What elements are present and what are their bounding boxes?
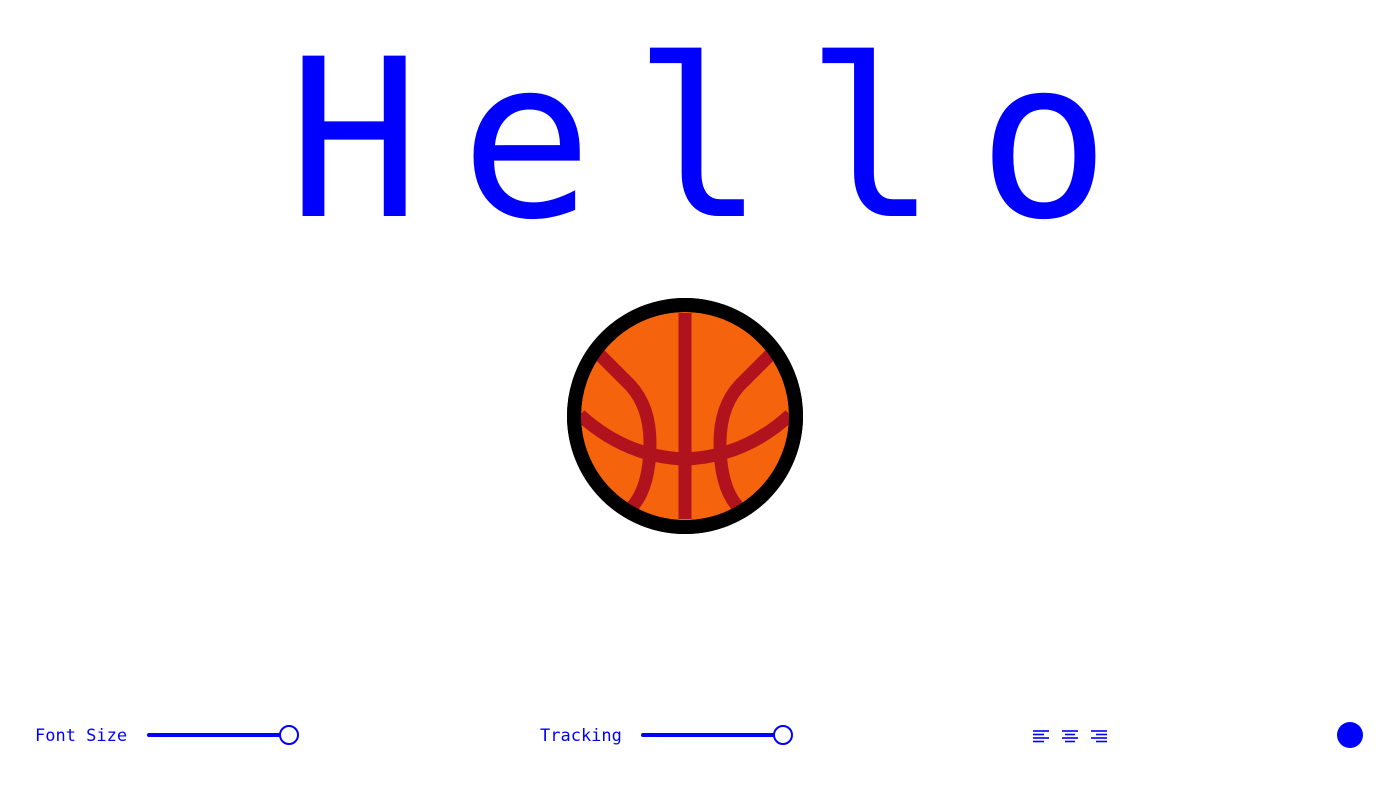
align-center-icon[interactable] bbox=[1061, 727, 1079, 745]
tracking-label: Tracking bbox=[540, 726, 622, 746]
font-size-slider[interactable] bbox=[147, 724, 311, 746]
align-left-icon[interactable] bbox=[1032, 727, 1050, 745]
tracking-slider-thumb[interactable] bbox=[773, 725, 793, 745]
font-size-slider-thumb[interactable] bbox=[279, 725, 299, 745]
tracking-slider[interactable] bbox=[641, 724, 805, 746]
tracking-slider-fill bbox=[641, 733, 775, 737]
preview-text[interactable]: Hello bbox=[0, 20, 1398, 260]
color-swatch-button[interactable] bbox=[1337, 722, 1363, 748]
controls-bar: Font Size Tracking bbox=[0, 715, 1398, 755]
basketball-icon bbox=[567, 298, 803, 534]
align-right-icon[interactable] bbox=[1090, 727, 1108, 745]
font-size-slider-fill bbox=[147, 733, 281, 737]
font-size-label: Font Size bbox=[35, 726, 128, 746]
